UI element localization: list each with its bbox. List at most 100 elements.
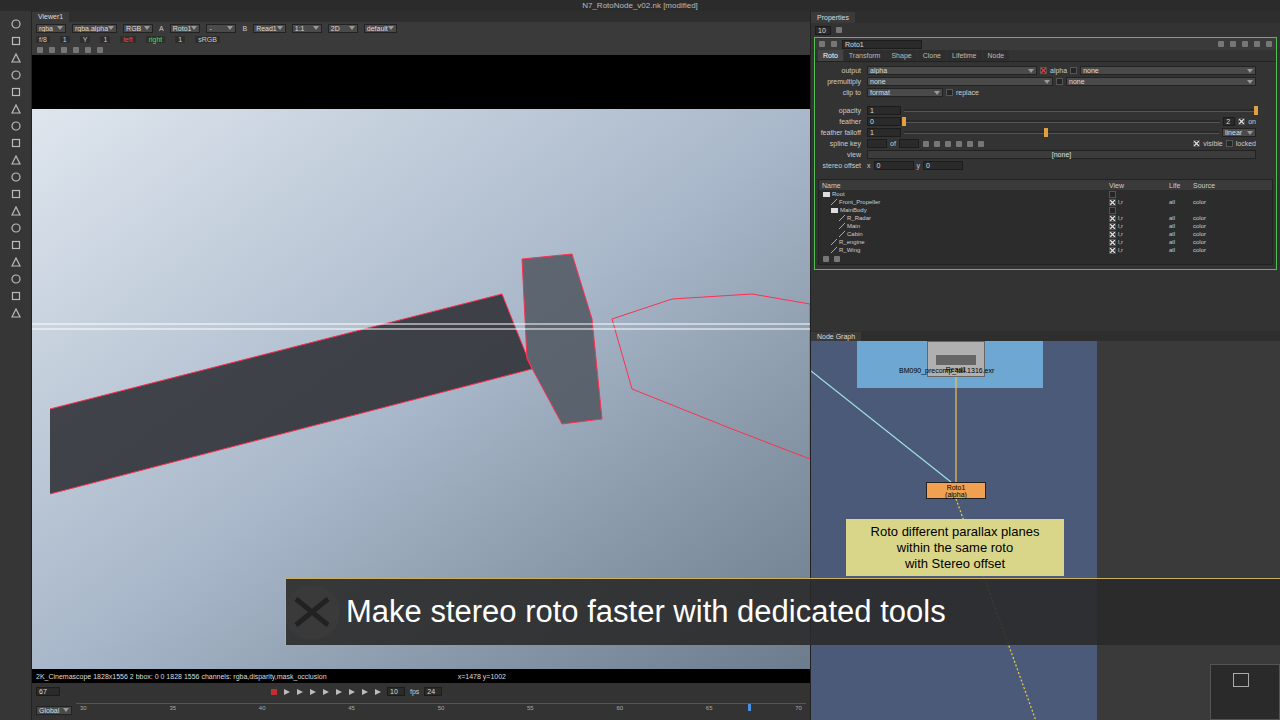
node-graph-canvas[interactable]: Read1BM090_precomp_tail.1316.exrRoto1(al… [811,341,1280,720]
key-nav-icon[interactable] [977,140,985,148]
node-tab[interactable]: Clone [918,50,946,61]
viewer-control[interactable]: sRGB [195,36,220,43]
number-field[interactable]: 1 [867,128,901,137]
dropdown[interactable]: RGB [123,24,153,33]
checkbox[interactable] [1109,207,1116,214]
remove-layer-icon[interactable] [833,255,841,263]
viewer-control[interactable]: 1 [175,36,185,43]
number-field[interactable]: 0 [867,117,901,126]
transport-icon[interactable] [283,688,291,696]
layer-row[interactable]: Front_Propellerl,rallcolor [819,198,1272,206]
number-field[interactable] [867,139,887,148]
number-field[interactable]: Roto1 [842,40,922,49]
dropdown[interactable]: Read1 [253,24,286,33]
transport-icon[interactable] [322,688,330,696]
tool-icon[interactable] [11,257,21,267]
transport-icon[interactable] [270,688,278,696]
dropdown[interactable]: - [206,24,236,33]
slider[interactable] [904,106,1256,115]
frame-ruler[interactable]: 303540455055606570 [76,703,806,717]
tool-icon[interactable] [11,240,21,250]
dropdown[interactable]: rgba.alpha [72,24,117,33]
node-action-icon[interactable] [1217,40,1225,48]
checkbox[interactable] [1040,67,1047,74]
tool-icon[interactable] [11,19,21,29]
transport-icon[interactable] [335,688,343,696]
checkbox[interactable] [1238,118,1245,125]
layer-row[interactable]: MainBody [819,206,1272,214]
node-action-icon[interactable] [1265,40,1273,48]
transport-icon[interactable] [296,688,304,696]
dropdown[interactable]: 1:1 [292,24,322,33]
checkbox[interactable] [1109,247,1116,254]
tool-icon[interactable] [11,189,21,199]
node-tab[interactable]: Transform [844,50,886,61]
viewer-control[interactable]: 1 [100,36,110,43]
checkbox[interactable] [1193,140,1200,147]
dropdown[interactable]: none [1080,66,1256,75]
sticky-note[interactable]: Roto different parallax planeswithin the… [846,519,1064,576]
add-layer-icon[interactable] [822,255,830,263]
checkbox[interactable] [1056,78,1063,85]
node-tab[interactable]: Roto [818,50,843,61]
dropdown[interactable]: none [1066,77,1256,86]
viewer-control[interactable]: right [146,36,166,43]
dropdown[interactable]: default [364,24,397,33]
slider[interactable] [904,117,1220,126]
number-field[interactable]: 24 [424,687,442,696]
number-field[interactable]: 2 [1223,117,1235,126]
checkbox[interactable] [1109,239,1116,246]
tool-icon[interactable] [11,138,21,148]
number-field[interactable]: 10 [815,26,831,35]
transport-icon[interactable] [309,688,317,696]
number-field[interactable] [899,139,919,148]
tool-icon[interactable] [11,274,21,284]
checkbox[interactable] [1070,67,1077,74]
viewer-control[interactable]: left [120,36,135,43]
tool-icon[interactable] [11,155,21,165]
key-nav-icon[interactable] [933,140,941,148]
viewer-control[interactable]: f/8 [36,36,50,43]
node-action-icon[interactable] [1253,40,1261,48]
layer-row[interactable]: Cabinl,rallcolor [819,230,1272,238]
node-action-icon[interactable] [1229,40,1237,48]
tool-icon[interactable] [11,87,21,97]
viewer-tab[interactable]: Viewer1 [32,12,69,22]
float-icon[interactable] [830,40,838,48]
tool-icon[interactable] [11,172,21,182]
layer-row[interactable]: Root [819,190,1272,198]
tool-icon[interactable] [11,36,21,46]
view-dropdown[interactable]: [none] [867,150,1256,159]
viewer-tool-icon[interactable] [36,46,44,54]
layer-row[interactable]: R_Wingl,rallcolor [819,246,1272,254]
slider-knob[interactable] [1044,128,1048,137]
layer-row[interactable]: R_enginel,rallcolor [819,238,1272,246]
number-field[interactable]: 1 [867,106,901,115]
dropdown[interactable]: none [867,77,1053,86]
node-tab[interactable]: Shape [886,50,916,61]
viewer-tool-icon[interactable] [60,46,68,54]
node-graph-tab[interactable]: Node Graph [811,332,861,341]
tool-icon[interactable] [11,291,21,301]
transport-icon[interactable] [361,688,369,696]
transport-icon[interactable] [348,688,356,696]
key-nav-icon[interactable] [955,140,963,148]
dropdown[interactable]: Roto1 [170,24,201,33]
dropdown[interactable]: 2D [328,24,358,33]
dropdown[interactable]: format [867,88,943,97]
key-nav-icon[interactable] [922,140,930,148]
tool-icon[interactable] [11,308,21,318]
roto-node[interactable]: Roto1(alpha) [926,482,986,499]
checkbox[interactable] [1109,199,1116,206]
checkbox[interactable] [1226,140,1233,147]
collapse-icon[interactable] [818,40,826,48]
dropdown[interactable]: rgba [36,24,66,33]
viewer-control[interactable]: Y [80,36,91,43]
tool-icon[interactable] [11,223,21,233]
viewer-tool-icon[interactable] [48,46,56,54]
viewer-control[interactable]: 1 [60,36,70,43]
node-action-icon[interactable] [1241,40,1249,48]
tool-icon[interactable] [11,206,21,216]
viewer-tool-icon[interactable] [84,46,92,54]
number-field[interactable]: 67 [36,687,60,696]
